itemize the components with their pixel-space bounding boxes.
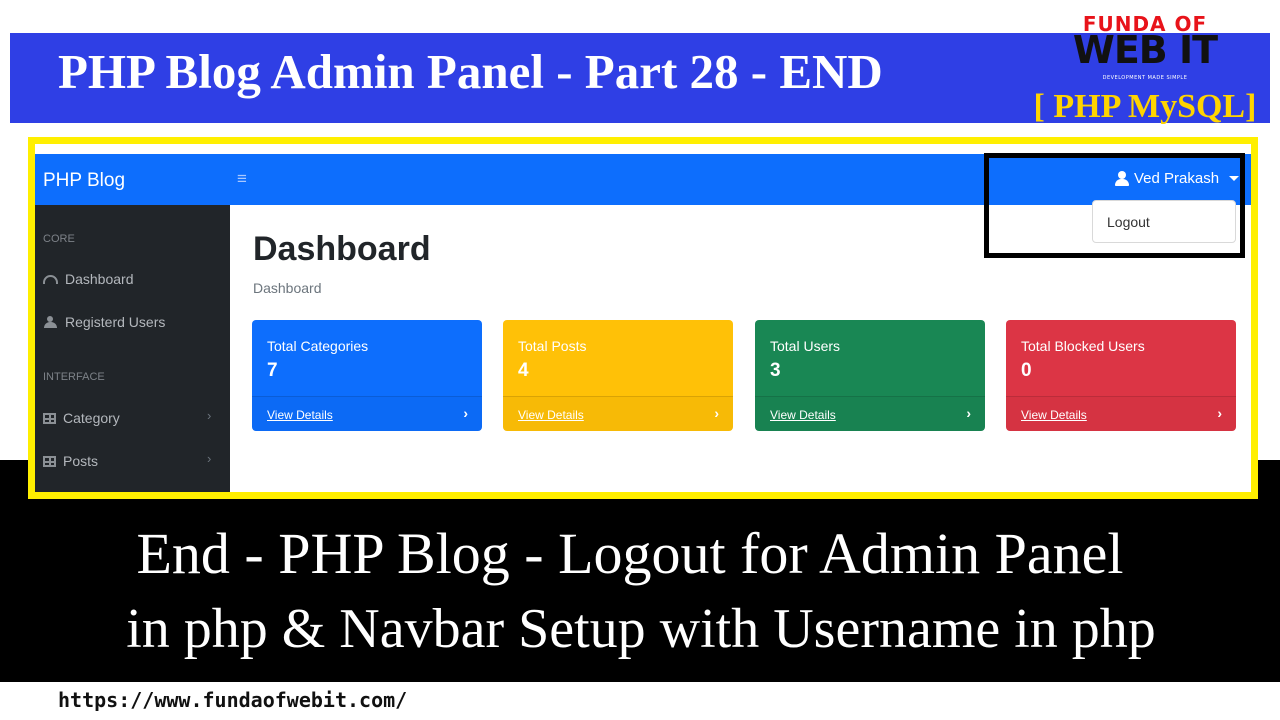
banner-title: PHP Blog Admin Panel - Part 28 - END — [58, 44, 883, 99]
sidebar — [35, 205, 230, 492]
caption-line-2: in php & Navbar Setup with Username in p… — [126, 598, 1156, 660]
breadcrumb: Dashboard — [253, 280, 322, 296]
sidebar-item-label: Category — [63, 410, 120, 426]
card-total-blocked-users: Total Blocked Users 0 View Details › — [1006, 320, 1236, 431]
card-label: Total Users — [770, 338, 841, 354]
chevron-right-icon: › — [714, 405, 719, 421]
sidebar-toggle-icon[interactable]: ≡ — [237, 169, 247, 189]
card-total-categories: Total Categories 7 View Details › — [252, 320, 482, 431]
view-details-link[interactable]: View Details — [267, 408, 333, 422]
chevron-right-icon: › — [463, 405, 468, 421]
brand-logo-tagline: DEVELOPMENT MADE SIMPLE — [1102, 75, 1188, 81]
sidebar-item-dashboard[interactable]: Dashboard — [43, 271, 134, 287]
website-url: https://www.fundaofwebit.com/ — [58, 688, 408, 712]
chevron-right-icon: › — [966, 405, 971, 421]
brand-logo: FUNDA OF WEB IT DEVELOPMENT MADE SIMPLE … — [1034, 8, 1270, 125]
card-footer: View Details › — [503, 396, 733, 431]
sidebar-item-category[interactable]: Category — [43, 410, 120, 426]
card-label: Total Blocked Users — [1021, 338, 1145, 354]
brand-logo-line2: WEB IT — [1072, 28, 1218, 72]
sidebar-item-registered-users[interactable]: Registerd Users — [43, 314, 165, 330]
sidebar-item-label: Dashboard — [65, 271, 134, 287]
users-icon — [43, 315, 58, 329]
sidebar-heading-interface: INTERFACE — [43, 371, 105, 383]
brand-logo-subtitle: [ PHP MySQL] — [1033, 88, 1257, 125]
table-icon — [43, 455, 56, 467]
sidebar-item-posts[interactable]: Posts — [43, 453, 98, 469]
sidebar-item-label: Registerd Users — [65, 314, 166, 330]
card-value: 0 — [1021, 360, 1032, 381]
view-details-link[interactable]: View Details — [1021, 408, 1087, 422]
navbar-brand[interactable]: PHP Blog — [43, 170, 125, 192]
card-label: Total Categories — [267, 338, 369, 354]
card-footer: View Details › — [755, 396, 985, 431]
page-title: Dashboard — [253, 230, 431, 268]
view-details-link[interactable]: View Details — [770, 408, 836, 422]
card-footer: View Details › — [252, 396, 482, 431]
card-total-posts: Total Posts 4 View Details › — [503, 320, 733, 431]
card-value: 7 — [267, 360, 278, 381]
sidebar-item-label: Posts — [63, 453, 99, 469]
card-label: Total Posts — [518, 338, 587, 354]
sidebar-heading-core: CORE — [43, 233, 75, 245]
caption-line-1: End - PHP Blog - Logout for Admin Panel — [136, 521, 1124, 586]
chevron-right-icon: › — [207, 451, 212, 466]
view-details-link[interactable]: View Details — [518, 408, 584, 422]
gauge-icon — [43, 274, 58, 284]
card-footer: View Details › — [1006, 396, 1236, 431]
card-value: 4 — [518, 360, 529, 381]
table-icon — [43, 412, 56, 424]
highlight-box — [984, 153, 1245, 258]
chevron-right-icon: › — [207, 408, 212, 423]
chevron-right-icon: › — [1217, 405, 1222, 421]
card-value: 3 — [770, 360, 781, 381]
card-total-users: Total Users 3 View Details › — [755, 320, 985, 431]
